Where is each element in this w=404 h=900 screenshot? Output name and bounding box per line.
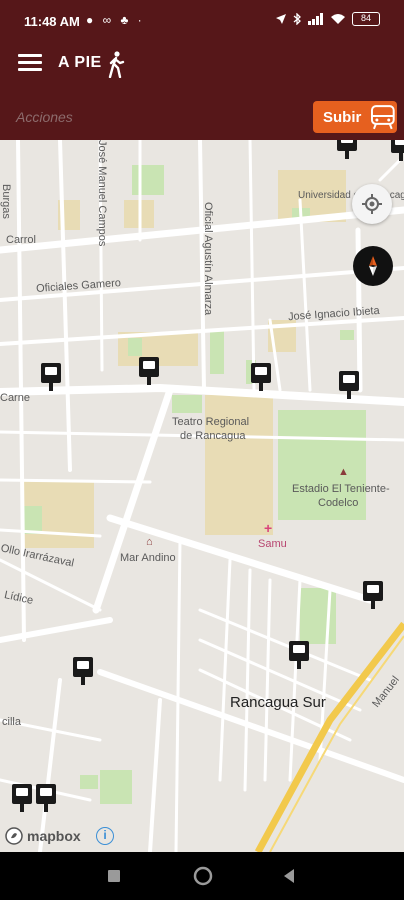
street-label-carne: Carne [0,392,30,404]
my-location-button[interactable] [352,184,392,224]
bluetooth-icon [293,13,301,25]
stadium-icon: ▲ [338,466,349,478]
battery-icon: 84 [352,12,380,26]
bus-stop-icon[interactable] [11,783,33,813]
app-bar: A PIE Acciones Subir [0,40,404,140]
info-icon[interactable]: i [96,827,114,845]
place-estadio-line2: Codelco [318,497,359,509]
compass-icon [369,256,377,276]
wifi-icon [331,14,345,24]
street-label-cilla: cilla [2,716,21,728]
back-icon[interactable] [282,868,296,884]
bus-icon [371,105,396,130]
place-rancagua-sur: Rancagua Sur [230,694,326,711]
notification-icons: ● ∞ ♣ · [86,13,145,27]
subir-button[interactable]: Subir [313,101,397,133]
bus-stop-icon[interactable] [138,356,160,386]
mapbox-logo: mapbox [5,827,81,845]
subir-label: Subir [323,108,362,126]
signal-icon [308,13,323,25]
location-arrow-icon [276,14,286,24]
map-view[interactable]: Carrol Oficiales Gamero José Ignacio Ibi… [0,140,404,852]
bus-stop-icon[interactable] [336,140,358,160]
restaurant-icon: ⌂ [146,536,153,548]
bus-stop-icon[interactable] [390,140,404,162]
recents-icon[interactable] [107,869,121,883]
bus-stop-icon[interactable] [362,580,384,610]
mapbox-icon [5,827,23,845]
place-teatro-line1: Teatro Regional [172,416,250,428]
mapbox-label: mapbox [27,828,81,844]
bus-stop-icon[interactable] [288,640,310,670]
street-label-carrol: Carrol [6,234,36,246]
crosshair-icon [362,194,382,214]
home-icon[interactable] [193,866,213,886]
street-label-oficial-agustin-almarza: Oficial Agustín Almarza [202,202,214,316]
street-label-jose-manuel-campos: José Manuel Campos [96,140,108,247]
system-nav-bar [0,852,404,900]
compass-button[interactable] [353,246,393,286]
place-mar-andino: Mar Andino [120,552,176,564]
page-title: A PIE [58,54,102,71]
bus-stop-icon[interactable] [35,783,57,813]
bus-stop-icon[interactable] [250,362,272,392]
walking-person-icon [108,51,125,78]
hospital-icon: + [264,520,273,536]
status-bar: 11:48 AM ● ∞ ♣ · 84 [0,0,404,40]
bus-stop-icon[interactable] [72,656,94,686]
status-icons: 84 [275,12,380,26]
bus-stop-icon[interactable] [40,362,62,392]
hamburger-menu-icon[interactable] [18,54,42,74]
street-label-burgas: Burgas [0,184,12,219]
bus-stop-icon[interactable] [338,370,360,400]
place-teatro-line2: de Rancagua [180,430,246,442]
place-samu: Samu [258,538,287,550]
actions-label: Acciones [16,109,73,125]
place-estadio-line1: Estadio El Teniente- [292,483,390,495]
status-time: 11:48 AM [24,14,80,29]
